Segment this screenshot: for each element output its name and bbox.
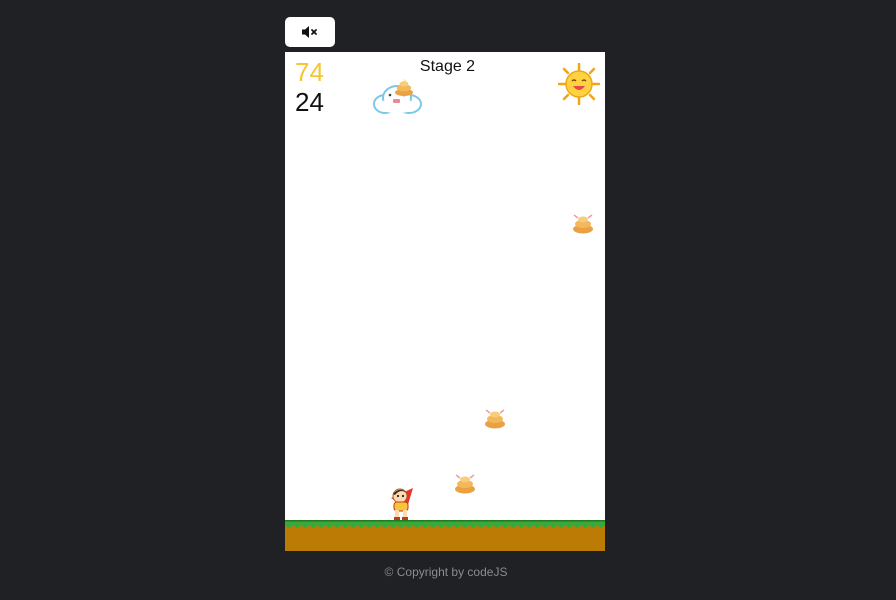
- sun-sprite: [558, 63, 600, 105]
- poop-sprite: [573, 214, 593, 234]
- cloud-sprite: [373, 78, 422, 114]
- lives-counter: 24: [295, 87, 324, 117]
- stage-label: Stage 2: [419, 58, 476, 75]
- copyright-footer: © Copyright by codeJS: [384, 565, 508, 579]
- game-canvas[interactable]: 74 24 Stage 2: [285, 52, 605, 551]
- mute-button[interactable]: [285, 17, 335, 47]
- player-sprite[interactable]: [385, 484, 419, 520]
- speaker-muted-icon: [302, 26, 317, 38]
- poop-sprite: [455, 474, 475, 494]
- poop-sprite: [395, 78, 413, 96]
- ground: [285, 520, 605, 551]
- poop-sprite: [485, 409, 505, 429]
